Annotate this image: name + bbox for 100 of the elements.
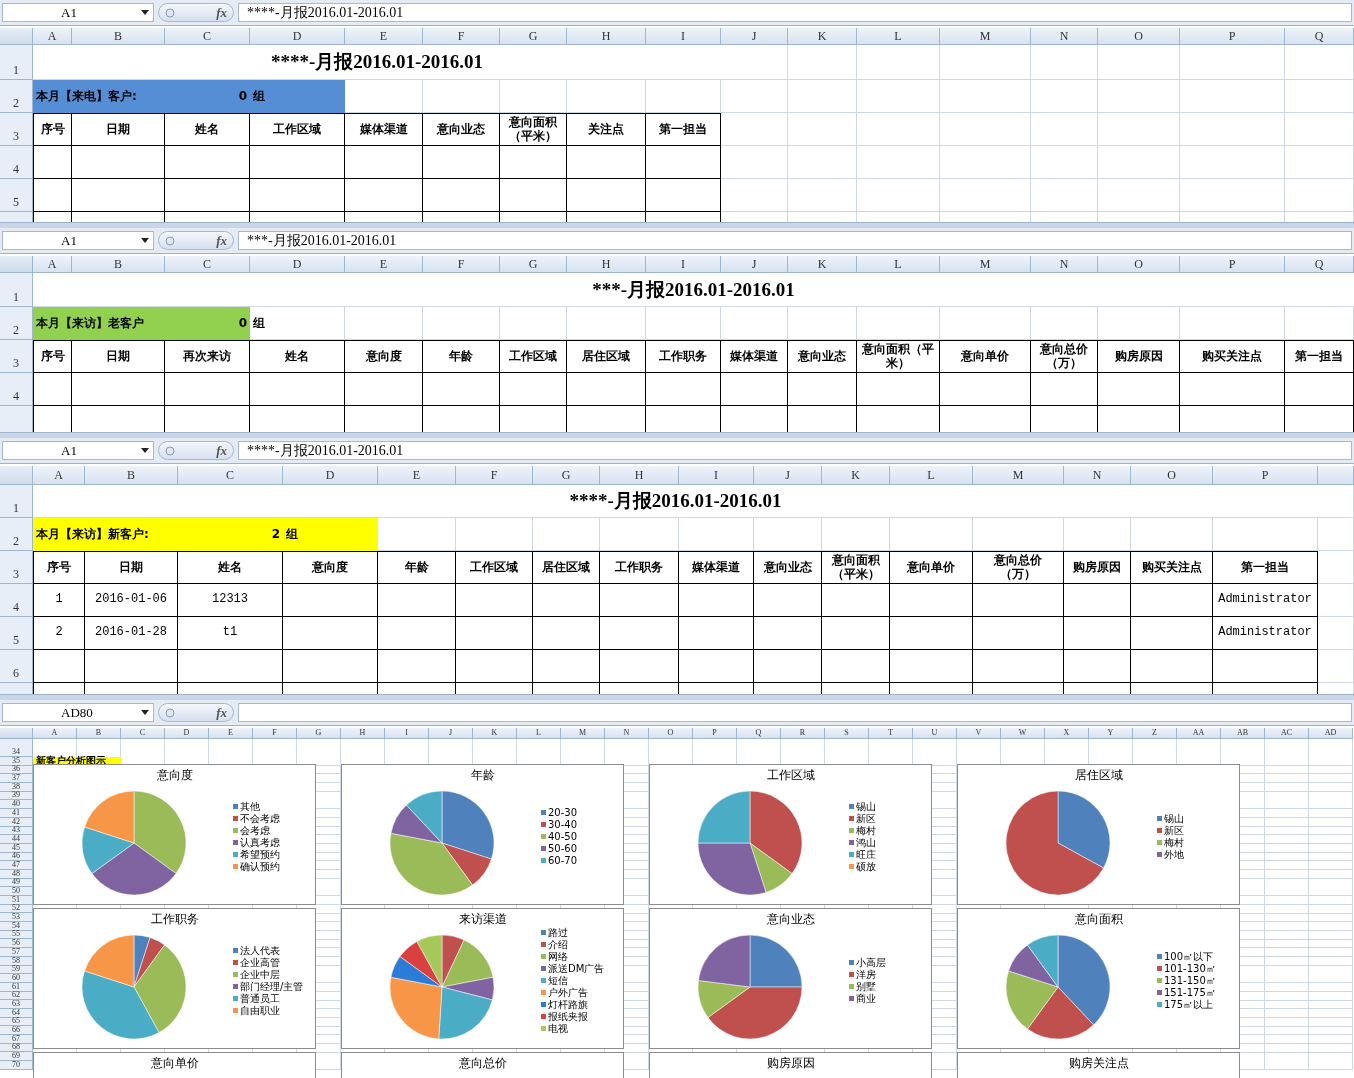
grid-cell[interactable]	[1098, 45, 1180, 80]
row-header[interactable]: 44	[0, 835, 33, 844]
column-header[interactable]: P	[693, 728, 737, 739]
table-cell[interactable]	[33, 373, 72, 406]
table-cell[interactable]	[646, 179, 721, 212]
column-header[interactable]: J	[721, 28, 788, 45]
row-header[interactable]: 58	[0, 956, 33, 966]
column-header[interactable]: I	[385, 728, 429, 739]
table-cell[interactable]	[1180, 373, 1285, 406]
column-header[interactable]: L	[517, 728, 561, 739]
table-cell[interactable]	[378, 617, 456, 650]
column-header[interactable]: H	[341, 728, 385, 739]
table-cell[interactable]	[33, 650, 85, 683]
column-header[interactable]: R	[781, 728, 825, 739]
column-header[interactable]: K	[788, 28, 857, 45]
chart-card[interactable]: 居住区域 锡山 新区 梅村 外地	[957, 764, 1240, 905]
table-cell[interactable]	[500, 373, 567, 406]
row-header[interactable]: 1	[0, 45, 33, 80]
table-cell[interactable]	[1285, 373, 1354, 406]
table-cell[interactable]	[283, 617, 378, 650]
grid-cell[interactable]	[788, 80, 857, 113]
row-header[interactable]: 2	[0, 80, 33, 113]
column-header[interactable]: P	[1180, 256, 1285, 273]
column-header[interactable]: AA	[1177, 728, 1221, 739]
grid-cell[interactable]	[940, 113, 1031, 146]
table-cell[interactable]	[567, 373, 646, 406]
grid-cell[interactable]	[857, 80, 940, 113]
row-header[interactable]: 70	[0, 1061, 33, 1070]
column-header[interactable]: J	[429, 728, 473, 739]
table-cell[interactable]	[250, 146, 345, 179]
column-header[interactable]: D	[165, 728, 209, 739]
row-header[interactable]: 3	[0, 340, 33, 373]
table-cell[interactable]	[500, 179, 567, 212]
grid-cell[interactable]	[1180, 45, 1285, 80]
table-cell[interactable]	[33, 146, 72, 179]
table-cell[interactable]	[646, 146, 721, 179]
grid-cell[interactable]	[1098, 146, 1180, 179]
select-all-corner[interactable]	[0, 466, 33, 485]
column-header[interactable]: H	[567, 256, 646, 273]
column-header[interactable]: G	[500, 256, 567, 273]
column-header[interactable]: B	[77, 728, 121, 739]
table-cell[interactable]	[1064, 617, 1131, 650]
table-cell[interactable]	[165, 146, 250, 179]
table-cell[interactable]	[456, 617, 533, 650]
formula-input[interactable]: ***-月报2016.01-2016.01	[238, 231, 1352, 250]
table-cell[interactable]	[423, 146, 500, 179]
table-cell[interactable]	[754, 617, 822, 650]
row-header[interactable]: 48	[0, 869, 33, 879]
column-header[interactable]: N	[1064, 466, 1131, 485]
name-box[interactable]: A1	[2, 231, 154, 250]
column-header[interactable]: K	[788, 256, 857, 273]
row-header[interactable]: 1	[0, 485, 33, 518]
column-header[interactable]: L	[857, 256, 940, 273]
column-header[interactable]: U	[913, 728, 957, 739]
chart-card[interactable]: 来访渠道 路过 介绍 网络 派送DM广告 短信 户外广告 灯杆路旗 报纸夹报 电视	[341, 908, 624, 1049]
grid-cell[interactable]	[1180, 146, 1285, 179]
row-header[interactable]: 5	[0, 617, 33, 650]
table-cell[interactable]	[1098, 373, 1180, 406]
table-cell[interactable]	[973, 650, 1064, 683]
grid-cell[interactable]	[1180, 80, 1285, 113]
name-box[interactable]: AD80	[2, 703, 154, 722]
row-header[interactable]: 35	[0, 757, 33, 766]
table-cell[interactable]	[1064, 584, 1131, 617]
table-cell[interactable]	[1131, 650, 1213, 683]
caret-icon[interactable]	[141, 448, 149, 453]
chart-card[interactable]: 意向业态 小高层 洋房 别墅 商业	[649, 908, 932, 1049]
row-header[interactable]: 37	[0, 774, 33, 784]
column-header[interactable]: G	[500, 28, 567, 45]
column-header[interactable]: W	[1001, 728, 1045, 739]
grid-cell[interactable]	[1098, 80, 1180, 113]
column-header[interactable]: A	[33, 728, 77, 739]
table-cell[interactable]	[345, 146, 423, 179]
column-header[interactable]: S	[825, 728, 869, 739]
table-cell[interactable]	[250, 179, 345, 212]
chart-card[interactable]: 购房关注点	[957, 1052, 1240, 1078]
table-cell[interactable]	[973, 584, 1064, 617]
formula-input[interactable]: ****-月报2016.01-2016.01	[238, 3, 1352, 22]
chart-card[interactable]: 意向总价	[341, 1052, 624, 1078]
grid-cell[interactable]	[857, 146, 940, 179]
column-header[interactable]: M	[561, 728, 605, 739]
chart-card[interactable]: 购房原因	[649, 1052, 932, 1078]
table-cell[interactable]	[423, 179, 500, 212]
table-cell[interactable]	[165, 179, 250, 212]
table-cell[interactable]	[378, 650, 456, 683]
row-header[interactable]: 3	[0, 113, 33, 146]
table-cell[interactable]	[1131, 617, 1213, 650]
row-header[interactable]: 67	[0, 1035, 33, 1044]
column-header[interactable]: C	[165, 28, 250, 45]
table-cell[interactable]	[345, 179, 423, 212]
grid-cell[interactable]	[1031, 80, 1098, 113]
grid-cell[interactable]	[1285, 146, 1354, 179]
select-all-corner[interactable]	[0, 28, 33, 45]
column-header[interactable]: AD	[1309, 728, 1353, 739]
row-header[interactable]: 42	[0, 817, 33, 827]
column-header[interactable]: P	[1213, 466, 1318, 485]
chart-card[interactable]: 意向度 其他 不会考虑 会考虑 认真考虑 希望预约 确认预约	[33, 764, 316, 905]
table-cell[interactable]	[822, 650, 890, 683]
name-box[interactable]: A1	[2, 441, 154, 460]
formula-input[interactable]	[238, 703, 1352, 722]
column-header[interactable]: T	[869, 728, 913, 739]
